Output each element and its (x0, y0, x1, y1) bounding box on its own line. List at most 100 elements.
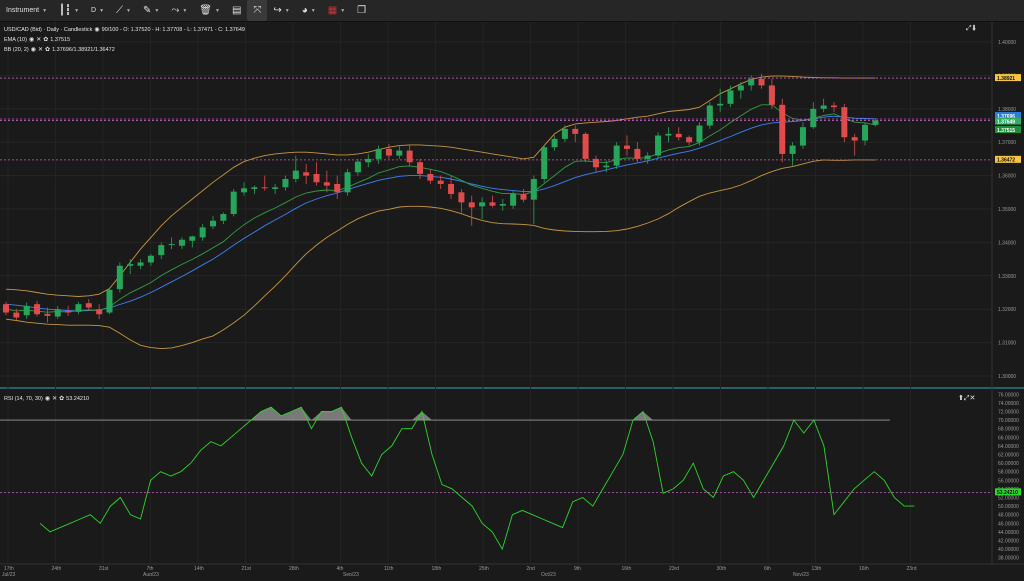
layout-button[interactable]: ▤ (226, 0, 247, 21)
gear-icon[interactable]: ✿ (45, 46, 50, 53)
share-button[interactable]: ↪ ▼ (267, 0, 295, 21)
time-tick-label: 31st (99, 566, 109, 572)
candle-body (748, 78, 755, 86)
rsi-tick-label: 52.00000 (998, 496, 1019, 502)
candle-body (686, 137, 693, 143)
indicators-icon: ⤳ (171, 5, 180, 16)
rsi-tick-label: 72.00000 (998, 410, 1019, 416)
price-tick-label: 1.34000 (998, 240, 1016, 246)
indicators-button[interactable]: ⤳ ▼ (165, 0, 193, 21)
candle-body (241, 188, 248, 193)
rsi-tick-label: 66.00000 (998, 435, 1019, 441)
gear-icon[interactable]: ✿ (43, 36, 48, 43)
candle-body (313, 173, 320, 183)
timeframe-selector[interactable]: D ▼ (85, 0, 110, 21)
chevron-down-icon: ▼ (284, 7, 290, 14)
rsi-tick-label: 48.00000 (998, 513, 1019, 519)
pencil-button[interactable]: ✎ ▼ (137, 0, 165, 21)
candle-body (427, 173, 434, 181)
trash-button[interactable]: 🗑 ▼ (193, 0, 226, 21)
candle-body (375, 148, 382, 159)
chevron-down-icon: ▼ (42, 7, 48, 14)
gear-icon[interactable]: ✿ (59, 395, 64, 402)
trash-icon: 🗑 (199, 5, 212, 16)
toolbar: Instrument ▼ ┃┇ ▼ D ▼ ⟋ ▼ ✎ ▼ ⤳ ▼ 🗑 ▼ ▤ ⤧ ↪ ▼ ◕ ▼… (0, 0, 1024, 22)
rsi-tick-label: 64.00000 (998, 444, 1019, 450)
candle-body (106, 289, 113, 313)
time-tick-label: 18th (432, 566, 442, 572)
popout-window-button[interactable]: ❐ (351, 0, 372, 21)
eye-icon[interactable]: ◉ (94, 26, 99, 33)
chevron-down-icon: ▼ (182, 7, 188, 14)
candle-body (779, 104, 786, 154)
close-icon[interactable]: ✕ (36, 36, 41, 43)
time-tick-label: 6th (764, 566, 771, 572)
flag-icon: ▦ (327, 5, 338, 16)
draw-line-button[interactable]: ⟋ ▼ (110, 0, 137, 21)
candle-body (272, 187, 279, 189)
candle-body (116, 265, 123, 290)
candle-body (872, 120, 879, 125)
month-label: Oct/23 (541, 572, 556, 576)
rsi-tick-label: 40.00000 (998, 547, 1019, 553)
rsi-tick-label: 44.00000 (998, 530, 1019, 536)
chart-background (0, 22, 1024, 576)
candle-body (385, 148, 392, 156)
time-tick-label: 21st (242, 566, 252, 572)
eye-icon[interactable]: ◉ (31, 46, 36, 53)
candle-body (851, 137, 858, 141)
rsi-value: 53.24210 (66, 395, 90, 402)
candle-body (479, 202, 486, 207)
rsi-tick-label: 46.00000 (998, 521, 1019, 527)
candle-body (862, 124, 869, 141)
close-icon[interactable]: ✕ (969, 395, 975, 402)
candle-body (489, 202, 496, 206)
chart-canvas[interactable]: 1.400001.390001.380001.370001.360001.350… (0, 22, 1024, 578)
eye-icon[interactable]: ◉ (29, 36, 34, 43)
chart-area[interactable]: 1.400001.390001.380001.370001.360001.350… (0, 22, 1024, 578)
fit-icon: ⤧ (253, 5, 262, 16)
candle-body (365, 158, 372, 163)
rsi-tick-label: 70.00000 (998, 418, 1019, 424)
instrument-selector[interactable]: Instrument ▼ (0, 0, 53, 21)
pencil-icon: ✎ (143, 5, 152, 16)
price-badge-label: 1.36472 (997, 158, 1015, 164)
time-tick-label: 11th (384, 566, 394, 572)
candle-body (44, 313, 51, 316)
candle-body (282, 178, 289, 188)
time-tick-label: 16th (622, 566, 632, 572)
candle-body (127, 264, 134, 266)
ema-value: 1.37515 (50, 36, 71, 43)
fit-button[interactable]: ⤧ (247, 0, 268, 21)
candle-body (789, 145, 796, 154)
chevron-down-icon: ▼ (340, 7, 346, 14)
rsi-tick-label: 38.00000 (998, 556, 1019, 562)
ohlc-readout: 90/100 - O: 1.37520 - H: 1.37708 - L: 1.… (101, 26, 245, 33)
close-icon[interactable]: ✕ (38, 46, 43, 53)
download-icon[interactable]: ⬇ (972, 25, 976, 32)
language-button[interactable]: ▦ ▼ (322, 0, 351, 21)
bb-label: BB (20, 2) (4, 46, 29, 53)
candle-body (634, 148, 641, 159)
theme-icon: ◕ (301, 5, 308, 16)
candle-body (178, 239, 185, 246)
price-tick-label: 1.33000 (998, 274, 1016, 280)
candle-body (737, 85, 744, 91)
theme-button[interactable]: ◕ ▼ (296, 0, 322, 21)
candle-body (85, 303, 92, 308)
price-badge-label: 1.37649 (997, 119, 1015, 125)
candle-body (220, 214, 227, 221)
candle-body (530, 178, 537, 200)
candle-body (344, 172, 351, 193)
price-tick-label: 1.38000 (998, 107, 1016, 113)
candle-type-button[interactable]: ┃┇ ▼ (53, 0, 85, 21)
draw-line-icon: ⟋ (116, 5, 124, 16)
candle-body (23, 305, 30, 316)
eye-icon[interactable]: ◉ (45, 395, 50, 402)
candle-body (561, 128, 568, 139)
candle-body (717, 103, 724, 106)
close-icon[interactable]: ✕ (52, 395, 57, 402)
candle-body (13, 312, 20, 318)
candle-body (706, 105, 713, 126)
candle-body (655, 135, 662, 156)
